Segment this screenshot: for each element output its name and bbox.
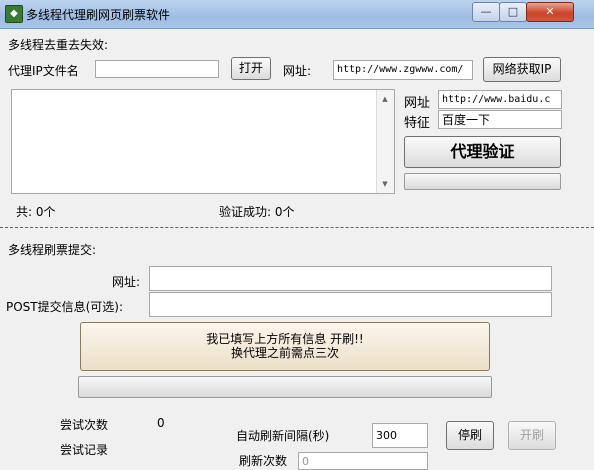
close-button[interactable]: ✕ xyxy=(526,2,574,22)
refresh-count-input[interactable]: 0 xyxy=(298,452,428,470)
verify-proxy-button[interactable]: 代理验证 xyxy=(404,136,561,168)
proxy-file-input[interactable] xyxy=(95,60,219,78)
stop-refresh-button[interactable]: 停刷 xyxy=(446,421,494,450)
main-progress-bar xyxy=(78,376,492,398)
vote-section-heading: 多线程刷票提交: xyxy=(8,243,97,257)
post-info-input[interactable] xyxy=(149,292,552,317)
try-count-label: 尝试次数 xyxy=(60,418,109,432)
proxy-section-heading: 多线程去重去失效: xyxy=(8,38,109,52)
section-divider xyxy=(0,227,594,228)
post-info-label: POST提交信息(可选): xyxy=(6,300,124,314)
source-url-label: 网址: xyxy=(283,64,312,78)
proxy-list-scrollbar[interactable] xyxy=(376,90,394,193)
scroll-up-icon[interactable]: ▲ xyxy=(377,95,393,103)
minimize-button[interactable]: — xyxy=(472,2,500,22)
try-log-label: 尝试记录 xyxy=(60,443,109,457)
app-icon: ◆ xyxy=(5,5,23,23)
start-button-line1: 我已填写上方所有信息 开刷!! xyxy=(206,332,364,346)
proxy-list-textarea[interactable] xyxy=(11,89,395,194)
total-count-text: 共: 0个 xyxy=(16,205,56,219)
maximize-button[interactable]: □ xyxy=(499,2,527,22)
window-title: 多线程代理刷网页刷票软件 xyxy=(26,8,171,22)
proxy-file-label: 代理IP文件名 xyxy=(8,64,79,78)
scroll-down-icon[interactable]: ▼ xyxy=(377,180,393,188)
open-button[interactable]: 打开 xyxy=(231,57,271,80)
verify-url-input[interactable]: http://www.baidu.c xyxy=(438,90,562,109)
feature-label: 特征 xyxy=(404,116,431,131)
feature-input[interactable]: 百度一下 xyxy=(438,110,562,129)
refresh-interval-label: 自动刷新间隔(秒) xyxy=(236,429,330,443)
verify-url-label: 网址 xyxy=(404,96,431,111)
verify-progress-bar xyxy=(404,173,561,190)
vote-url-label: 网址: xyxy=(112,275,141,289)
start-refresh-button[interactable]: 开刷 xyxy=(508,421,556,450)
try-count-value: 0 xyxy=(157,416,165,430)
start-button-line2: 换代理之前需点三次 xyxy=(230,346,339,360)
source-url-input[interactable]: http://www.zgwww.com/ xyxy=(333,60,473,80)
start-voting-button[interactable]: 我已填写上方所有信息 开刷!! 换代理之前需点三次 xyxy=(80,322,490,371)
refresh-interval-input[interactable]: 300 xyxy=(372,423,428,448)
success-count-text: 验证成功: 0个 xyxy=(219,205,295,219)
fetch-ip-button[interactable]: 网络获取IP xyxy=(483,57,561,82)
vote-url-input[interactable] xyxy=(149,266,552,291)
refresh-count-label: 刷新次数 xyxy=(239,454,288,468)
